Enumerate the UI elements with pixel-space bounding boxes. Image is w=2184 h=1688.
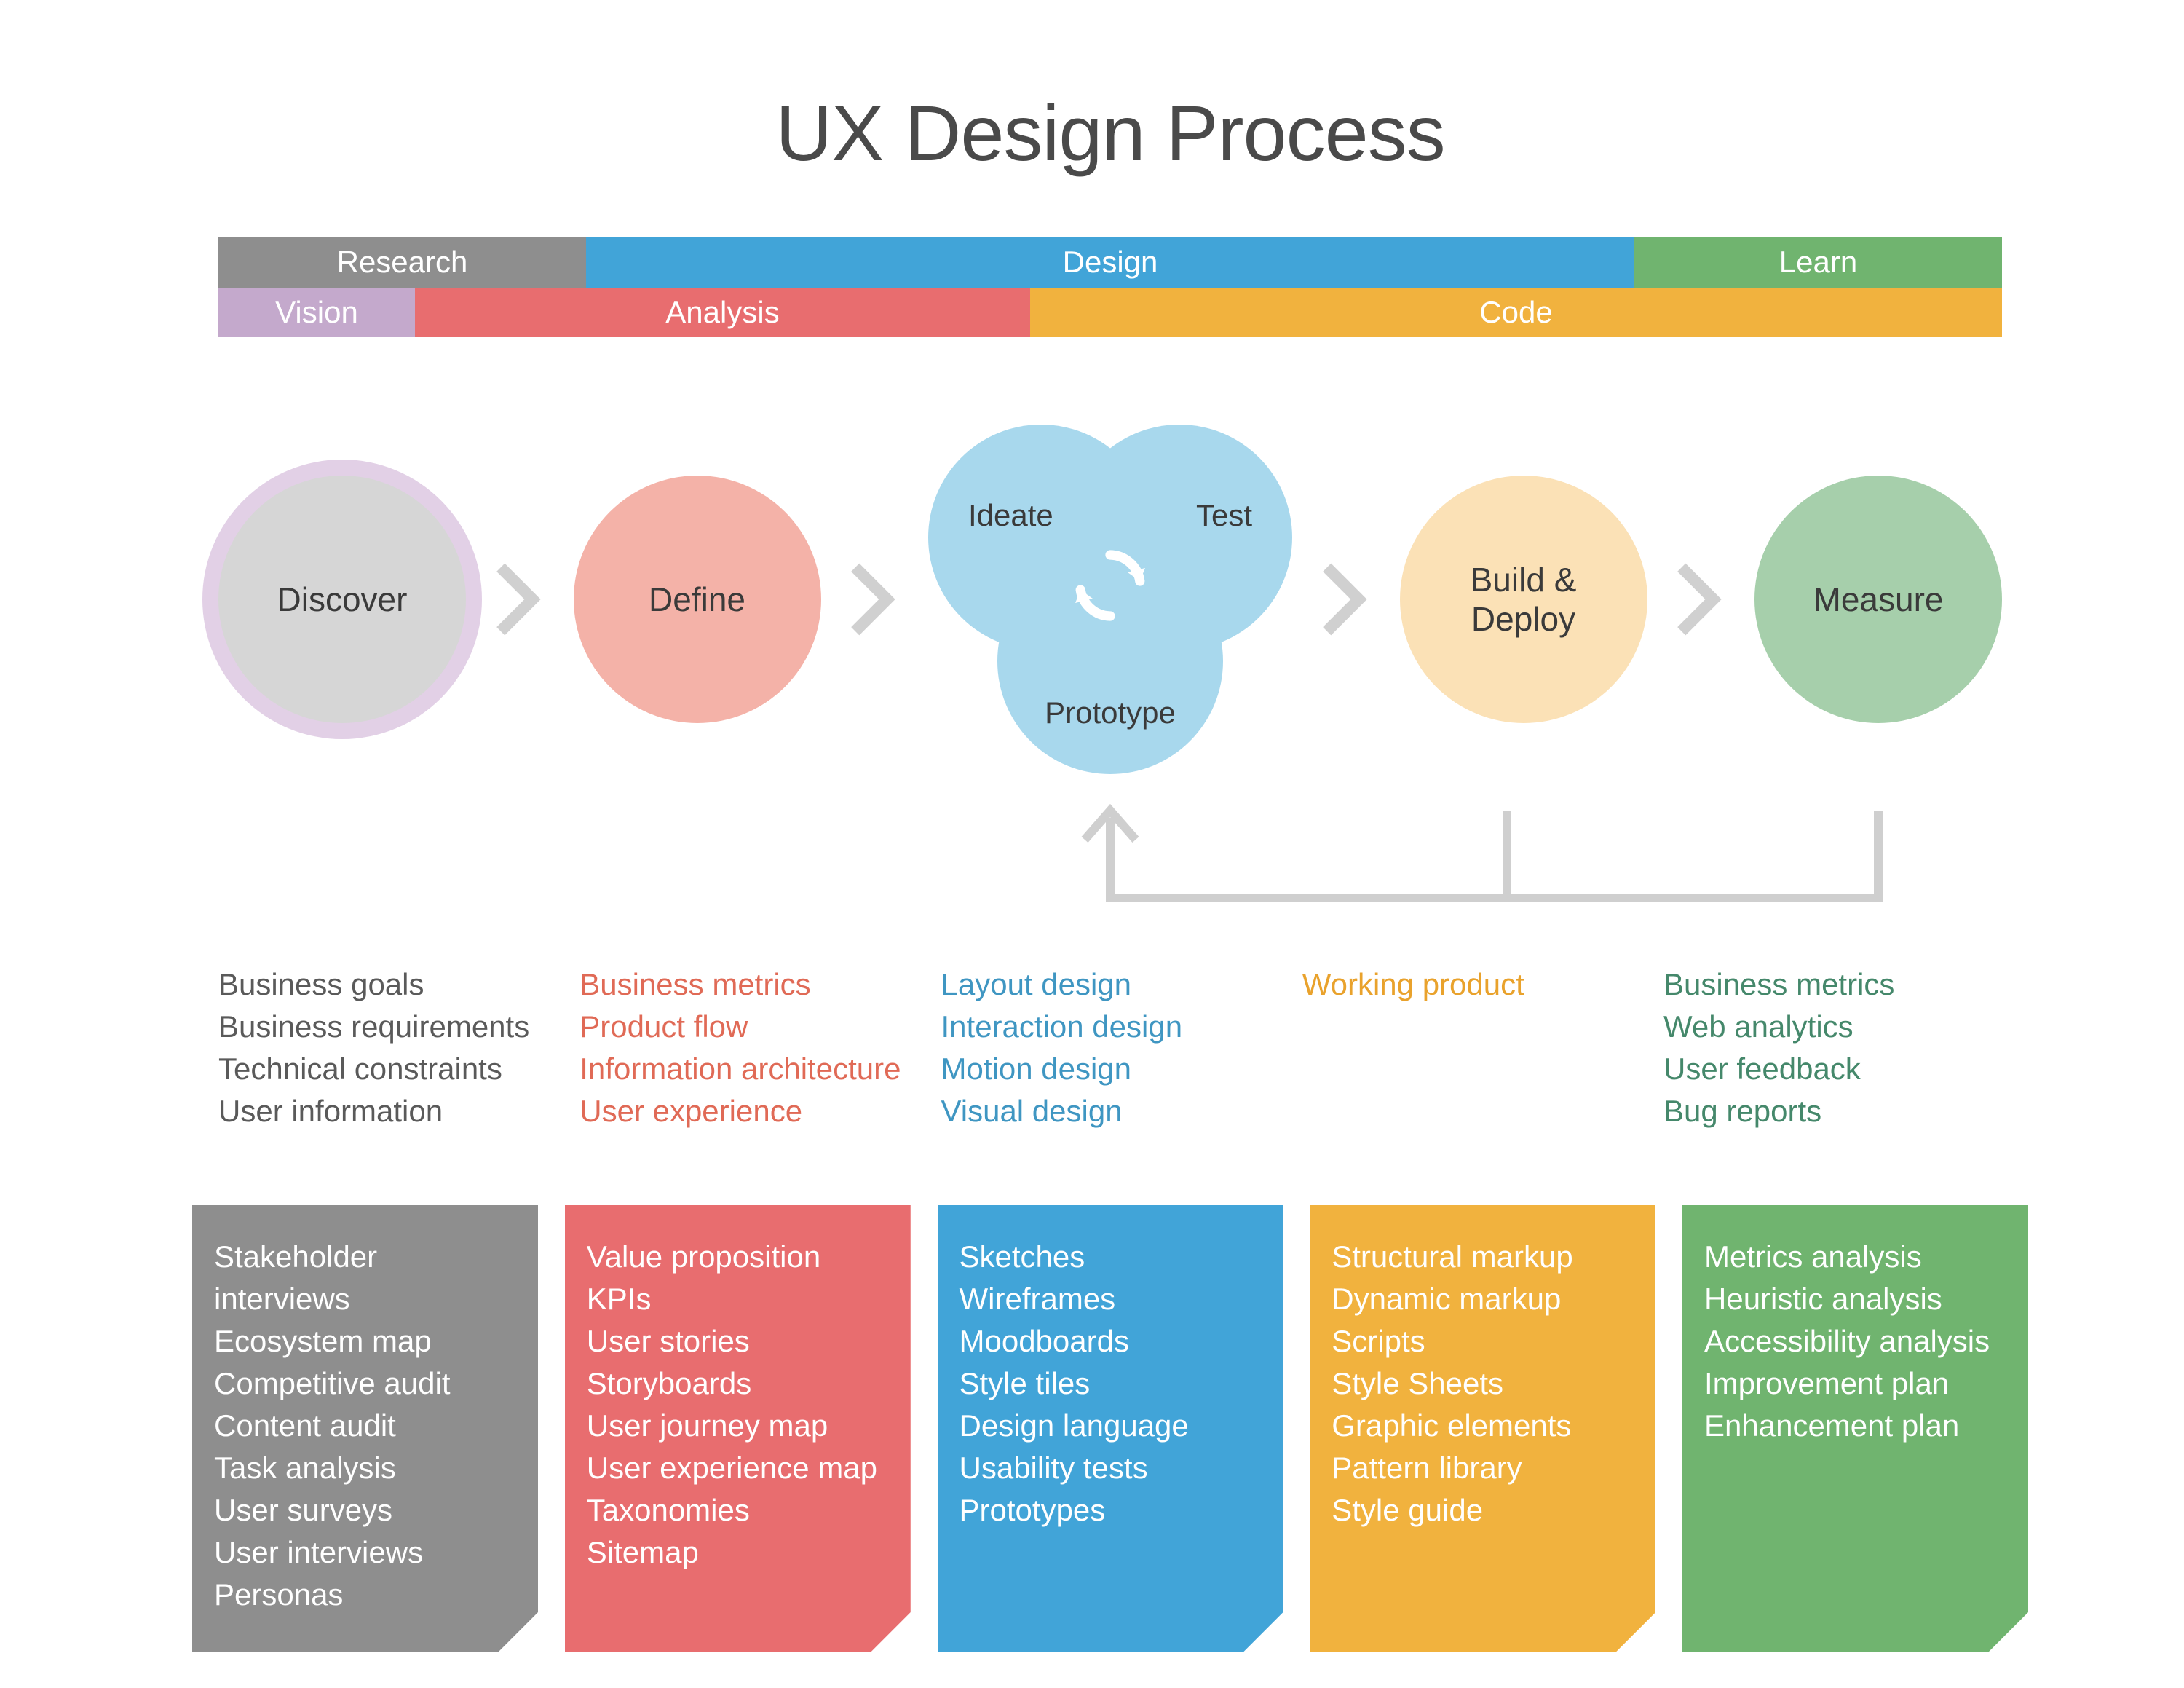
stage-define: Define bbox=[574, 476, 821, 723]
output-item: Web analytics bbox=[1663, 1006, 2002, 1048]
output-item: Technical constraints bbox=[218, 1048, 557, 1090]
output-item: Motion design bbox=[941, 1048, 1280, 1090]
output-item: Layout design bbox=[941, 963, 1280, 1006]
stage-label: Prototype bbox=[1045, 695, 1176, 730]
deliverable-item: Improvement plan bbox=[1704, 1362, 2006, 1405]
deliverable-item: KPIs bbox=[587, 1278, 889, 1320]
output-item: Working product bbox=[1302, 963, 1641, 1006]
stage-measure: Measure bbox=[1754, 476, 2002, 723]
deliverable-item: Wireframes bbox=[960, 1278, 1262, 1320]
outputs-row: Business goalsBusiness requirementsTechn… bbox=[218, 963, 2002, 1132]
output-item: Business requirements bbox=[218, 1006, 557, 1048]
deliverable-item: Graphic elements bbox=[1332, 1405, 1634, 1447]
deliverable-item: Enhancement plan bbox=[1704, 1405, 2006, 1447]
stages-row: Discover Define Ideate Test Prototype bbox=[218, 425, 2002, 774]
deliverable-item: User journey map bbox=[587, 1405, 889, 1447]
phase-bar-segment: Design bbox=[586, 237, 1634, 288]
chevron-icon bbox=[1675, 559, 1726, 639]
deliverable-item: Competitive audit bbox=[214, 1362, 516, 1405]
page-title: UX Design Process bbox=[218, 87, 2002, 178]
output-item: Business goals bbox=[218, 963, 557, 1006]
deliverable-item: Content audit bbox=[214, 1405, 516, 1447]
deliverable-item: User experience map bbox=[587, 1447, 889, 1489]
deliverable-item: Scripts bbox=[1332, 1320, 1634, 1362]
deliverable-item: Taxonomies bbox=[587, 1489, 889, 1531]
deliverable-item: Sitemap bbox=[587, 1531, 889, 1574]
output-item: Business metrics bbox=[579, 963, 918, 1006]
output-item: Product flow bbox=[579, 1006, 918, 1048]
stage-discover: Discover bbox=[218, 476, 466, 723]
phase-bar-segment: Code bbox=[1030, 288, 2002, 337]
deliverables-define: Value propositionKPIsUser storiesStorybo… bbox=[565, 1205, 911, 1652]
deliverable-item: Design language bbox=[960, 1405, 1262, 1447]
outputs-build: Working product bbox=[1302, 963, 1641, 1132]
deliverable-item: Ecosystem map bbox=[214, 1320, 516, 1362]
deliverable-item: Task analysis bbox=[214, 1447, 516, 1489]
stage-label: Define bbox=[649, 580, 745, 619]
phase-bar-row-1: ResearchDesignLearn bbox=[218, 237, 2002, 288]
deliverable-item: Style tiles bbox=[960, 1362, 1262, 1405]
diagram-root: UX Design Process ResearchDesignLearn Vi… bbox=[218, 87, 2002, 1652]
discover-circle: Discover bbox=[218, 476, 466, 723]
output-item: Visual design bbox=[941, 1090, 1280, 1132]
phase-bar-segment: Research bbox=[218, 237, 586, 288]
stage-build: Build & Deploy bbox=[1400, 476, 1647, 723]
deliverable-item: Storyboards bbox=[587, 1362, 889, 1405]
output-item: Interaction design bbox=[941, 1006, 1280, 1048]
chevron-icon bbox=[494, 559, 545, 639]
deliverable-item: Metrics analysis bbox=[1704, 1236, 2006, 1278]
deliverable-item: Sketches bbox=[960, 1236, 1262, 1278]
output-item: User experience bbox=[579, 1090, 918, 1132]
cycle-icon bbox=[1067, 542, 1154, 629]
phase-bar-segment: Analysis bbox=[415, 288, 1030, 337]
phase-bar-segment: Vision bbox=[218, 288, 415, 337]
output-item: Business metrics bbox=[1663, 963, 2002, 1006]
deliverable-item: Dynamic markup bbox=[1332, 1278, 1634, 1320]
deliverables-design: SketchesWireframesMoodboardsStyle tilesD… bbox=[938, 1205, 1283, 1652]
deliverables-row: Stakeholder interviewsEcosystem mapCompe… bbox=[192, 1205, 2028, 1652]
output-item: User feedback bbox=[1663, 1048, 2002, 1090]
outputs-design: Layout designInteraction designMotion de… bbox=[941, 963, 1280, 1132]
output-item: Information architecture bbox=[579, 1048, 918, 1090]
deliverable-item: Structural markup bbox=[1332, 1236, 1634, 1278]
deliverable-item: Personas bbox=[214, 1574, 516, 1616]
phase-bar-segment: Learn bbox=[1634, 237, 2002, 288]
build-circle: Build & Deploy bbox=[1400, 476, 1647, 723]
feedback-loop-icon bbox=[218, 789, 2002, 934]
stage-label: Discover bbox=[277, 580, 408, 619]
deliverables-measure: Metrics analysisHeuristic analysisAccess… bbox=[1682, 1205, 2028, 1652]
measure-circle: Measure bbox=[1754, 476, 2002, 723]
stage-label: Ideate bbox=[968, 498, 1053, 533]
deliverable-item: Heuristic analysis bbox=[1704, 1278, 2006, 1320]
deliverable-item: Accessibility analysis bbox=[1704, 1320, 2006, 1362]
define-circle: Define bbox=[574, 476, 821, 723]
deliverables-build: Structural markupDynamic markupScriptsSt… bbox=[1310, 1205, 1655, 1652]
deliverable-item: Value proposition bbox=[587, 1236, 889, 1278]
outputs-define: Business metricsProduct flowInformation … bbox=[579, 963, 918, 1132]
stage-design-venn: Ideate Test Prototype bbox=[928, 425, 1292, 774]
deliverable-item: Prototypes bbox=[960, 1489, 1262, 1531]
phase-bar-row-2: VisionAnalysisCode bbox=[218, 288, 2002, 337]
deliverable-item: Style Sheets bbox=[1332, 1362, 1634, 1405]
deliverable-item: Usability tests bbox=[960, 1447, 1262, 1489]
deliverable-item: User stories bbox=[587, 1320, 889, 1362]
chevron-icon bbox=[1321, 559, 1372, 639]
stage-label: Test bbox=[1196, 498, 1252, 533]
stage-label: Measure bbox=[1813, 580, 1944, 619]
deliverable-item: Style guide bbox=[1332, 1489, 1634, 1531]
deliverables-discover: Stakeholder interviewsEcosystem mapCompe… bbox=[192, 1205, 538, 1652]
deliverable-item: User surveys bbox=[214, 1489, 516, 1531]
deliverable-item: Moodboards bbox=[960, 1320, 1262, 1362]
deliverable-item: Pattern library bbox=[1332, 1447, 1634, 1489]
output-item: User information bbox=[218, 1090, 557, 1132]
chevron-icon bbox=[849, 559, 900, 639]
outputs-discover: Business goalsBusiness requirementsTechn… bbox=[218, 963, 557, 1132]
deliverable-item: Stakeholder interviews bbox=[214, 1236, 516, 1320]
stage-label: Build & Deploy bbox=[1400, 560, 1647, 639]
output-item: Bug reports bbox=[1663, 1090, 2002, 1132]
outputs-measure: Business metricsWeb analyticsUser feedba… bbox=[1663, 963, 2002, 1132]
deliverable-item: User interviews bbox=[214, 1531, 516, 1574]
